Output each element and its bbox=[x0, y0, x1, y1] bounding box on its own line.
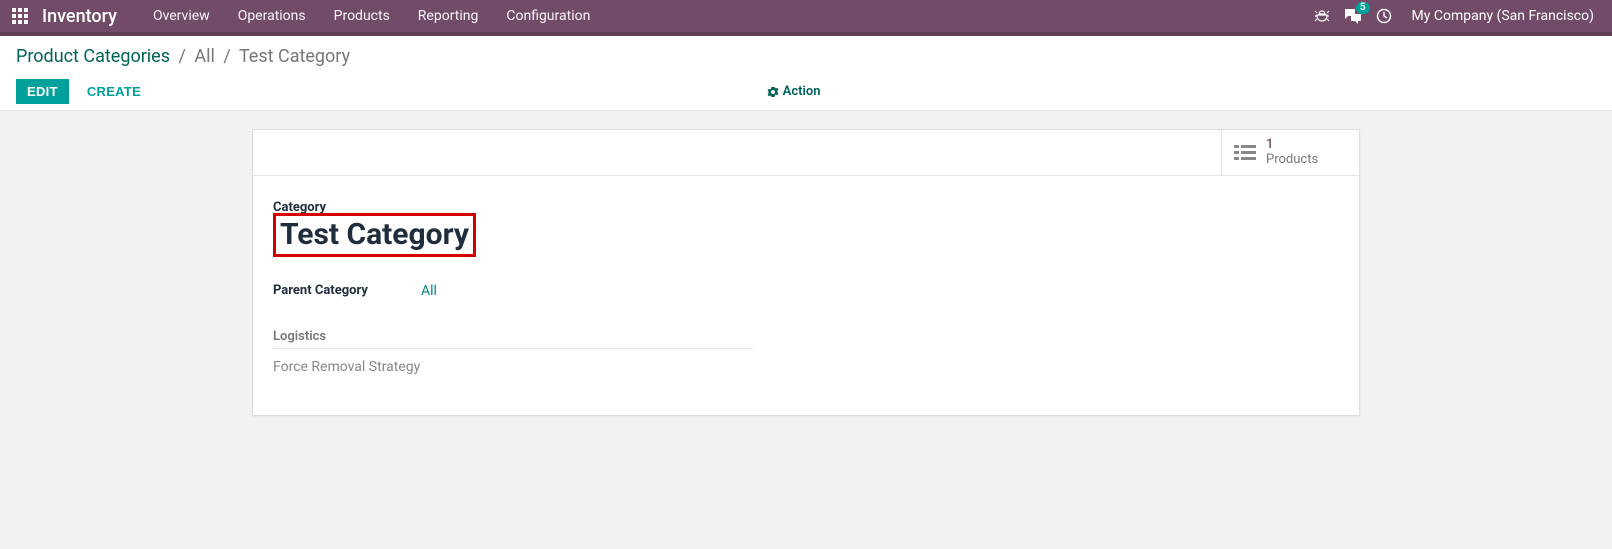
messages-icon[interactable]: 5 bbox=[1344, 8, 1362, 24]
products-stat-button[interactable]: 1 Products bbox=[1221, 130, 1359, 175]
list-icon bbox=[1234, 144, 1256, 162]
parent-category-row: Parent Category All bbox=[273, 283, 1339, 299]
breadcrumb-sep: / bbox=[223, 46, 230, 67]
gear-icon bbox=[767, 86, 779, 98]
nav-left: Inventory Overview Operations Products R… bbox=[12, 2, 1314, 30]
action-dropdown[interactable]: Action bbox=[767, 84, 821, 99]
app-brand[interactable]: Inventory bbox=[42, 6, 117, 27]
parent-category-label: Parent Category bbox=[273, 283, 421, 298]
top-navbar: Inventory Overview Operations Products R… bbox=[0, 0, 1612, 36]
logistics-heading: Logistics bbox=[273, 329, 753, 349]
nav-configuration[interactable]: Configuration bbox=[492, 2, 604, 30]
breadcrumb: Product Categories / All / Test Category bbox=[16, 46, 1596, 67]
control-center: Action bbox=[151, 84, 1436, 99]
clock-icon[interactable] bbox=[1376, 8, 1392, 24]
control-panel: Product Categories / All / Test Category… bbox=[0, 36, 1612, 111]
form-sheet: 1 Products Category Test Category Parent… bbox=[252, 129, 1360, 416]
control-row: EDIT CREATE Action bbox=[16, 79, 1596, 104]
control-left: EDIT CREATE bbox=[16, 79, 151, 104]
nav-right: 5 My Company (San Francisco) bbox=[1314, 8, 1600, 24]
category-title: Test Category bbox=[280, 216, 469, 254]
nav-overview[interactable]: Overview bbox=[139, 2, 224, 30]
nav-operations[interactable]: Operations bbox=[224, 2, 320, 30]
apps-icon[interactable] bbox=[12, 8, 28, 24]
messages-badge: 5 bbox=[1356, 2, 1370, 14]
sheet-body: Category Test Category Parent Category A… bbox=[253, 176, 1359, 415]
stat-text: 1 Products bbox=[1266, 138, 1318, 167]
nav-products[interactable]: Products bbox=[320, 2, 404, 30]
breadcrumb-current: Test Category bbox=[239, 46, 350, 67]
parent-category-value[interactable]: All bbox=[421, 283, 437, 299]
stat-row: 1 Products bbox=[253, 130, 1359, 176]
highlight-box: Test Category bbox=[273, 213, 476, 257]
stat-count: 1 bbox=[1266, 138, 1318, 152]
edit-button[interactable]: EDIT bbox=[16, 79, 69, 104]
nav-reporting[interactable]: Reporting bbox=[404, 2, 493, 30]
nav-menu: Overview Operations Products Reporting C… bbox=[139, 2, 604, 30]
bug-icon[interactable] bbox=[1314, 8, 1330, 24]
action-label: Action bbox=[783, 84, 821, 99]
breadcrumb-root[interactable]: Product Categories bbox=[16, 46, 170, 67]
breadcrumb-part-0: All bbox=[194, 46, 215, 67]
sheet-wrap: 1 Products Category Test Category Parent… bbox=[0, 111, 1612, 416]
create-button[interactable]: CREATE bbox=[77, 80, 151, 103]
removal-strategy-label: Force Removal Strategy bbox=[273, 359, 1339, 375]
breadcrumb-sep: / bbox=[179, 46, 186, 67]
company-selector[interactable]: My Company (San Francisco) bbox=[1406, 8, 1600, 24]
stat-label: Products bbox=[1266, 153, 1318, 167]
